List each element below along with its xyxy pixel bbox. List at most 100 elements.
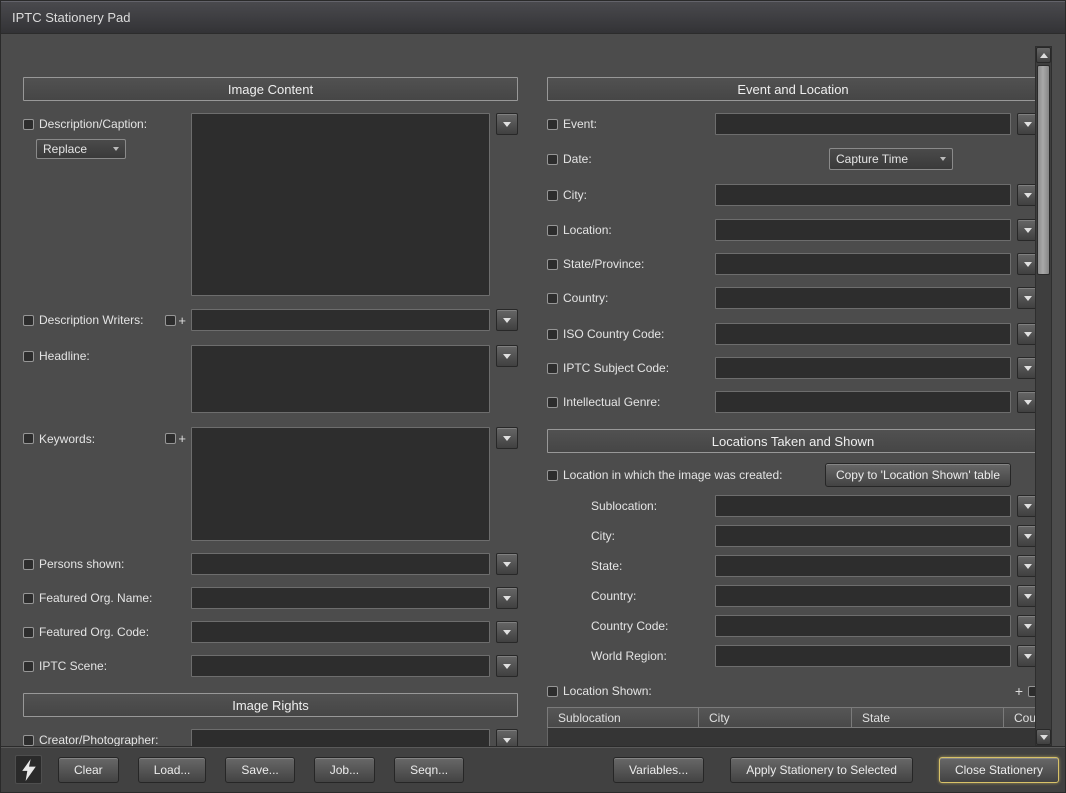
headline-dropdown-button[interactable]	[496, 345, 518, 367]
copy-to-location-shown-button[interactable]: Copy to 'Location Shown' table	[824, 463, 1011, 487]
vertical-scrollbar[interactable]	[1035, 46, 1052, 746]
iptc-subject-code-checkbox[interactable]	[547, 362, 558, 374]
location-created-label: Location in which the image was created:	[563, 468, 783, 482]
created-country-row: Country:	[547, 585, 1039, 607]
variables-button[interactable]: Variables...	[613, 756, 705, 783]
event-checkbox[interactable]	[547, 118, 558, 130]
location-input[interactable]	[715, 219, 1011, 241]
headline-checkbox[interactable]	[23, 350, 34, 362]
iso-country-code-checkbox[interactable]	[547, 328, 558, 340]
city-input[interactable]	[715, 184, 1011, 206]
featured-org-code-dropdown-button[interactable]	[496, 621, 518, 643]
keywords-textarea[interactable]	[191, 427, 490, 541]
description-caption-textarea[interactable]	[191, 113, 490, 296]
sublocation-input[interactable]	[715, 495, 1011, 517]
close-stationery-button[interactable]: Close Stationery	[938, 756, 1059, 783]
location-shown-add-button[interactable]: +	[1015, 683, 1023, 699]
iptc-scene-dropdown-button[interactable]	[496, 655, 518, 677]
persons-shown-checkbox[interactable]	[23, 558, 34, 570]
creator-photographer-input[interactable]	[191, 729, 490, 746]
keywords-plus[interactable]: +	[178, 431, 186, 446]
column-header-country[interactable]: Country	[1004, 708, 1038, 727]
column-header-sublocation[interactable]: Sublocation	[548, 708, 699, 727]
chevron-down-icon	[1024, 331, 1032, 337]
date-source-select[interactable]: Capture Time	[829, 148, 953, 170]
iptc-scene-input[interactable]	[191, 655, 490, 677]
description-mode-select[interactable]: Replace	[36, 139, 126, 159]
location-label: Location:	[563, 223, 612, 237]
keywords-append-checkbox[interactable]	[165, 433, 177, 444]
creator-photographer-dropdown-button[interactable]	[496, 729, 518, 746]
chevron-down-icon	[503, 737, 511, 743]
created-country-code-label: Country Code:	[591, 619, 669, 633]
iptc-subject-code-input[interactable]	[715, 357, 1011, 379]
chevron-down-icon	[1024, 261, 1032, 267]
description-writers-plus[interactable]: +	[178, 313, 186, 328]
apply-stationery-button[interactable]: Apply Stationery to Selected	[730, 756, 913, 783]
save-button[interactable]: Save...	[225, 756, 295, 783]
world-region-input[interactable]	[715, 645, 1011, 667]
image-content-column: Image Content Description/Caption: Repla…	[23, 77, 518, 746]
description-writers-dropdown-button[interactable]	[496, 309, 518, 331]
description-writers-input[interactable]	[191, 309, 490, 331]
location-shown-checkbox[interactable]	[547, 685, 558, 697]
description-writers-append-checkbox[interactable]	[165, 314, 177, 326]
sublocation-row: Sublocation:	[547, 495, 1039, 517]
headline-textarea[interactable]	[191, 345, 490, 413]
image-rights-header: Image Rights	[23, 693, 518, 717]
scroll-up-button[interactable]	[1036, 47, 1051, 63]
country-checkbox[interactable]	[547, 292, 558, 304]
description-caption-checkbox[interactable]	[23, 118, 34, 130]
city-checkbox[interactable]	[547, 189, 558, 201]
created-state-input[interactable]	[715, 555, 1011, 577]
column-header-state[interactable]: State	[852, 708, 1004, 727]
location-created-checkbox[interactable]	[547, 469, 558, 481]
featured-org-name-dropdown-button[interactable]	[496, 587, 518, 609]
location-shown-table-body[interactable]	[547, 728, 1039, 746]
state-province-input[interactable]	[715, 253, 1011, 275]
description-writers-row: Description Writers: +	[23, 309, 518, 331]
column-header-city[interactable]: City	[699, 708, 852, 727]
featured-org-code-checkbox[interactable]	[23, 626, 34, 638]
stationery-pad-button[interactable]	[15, 755, 42, 784]
persons-shown-input[interactable]	[191, 553, 490, 575]
featured-org-code-input[interactable]	[191, 621, 490, 643]
chevron-down-icon	[1024, 121, 1032, 127]
clear-button[interactable]: Clear	[58, 756, 119, 783]
description-caption-label: Description/Caption:	[39, 117, 148, 131]
persons-shown-dropdown-button[interactable]	[496, 553, 518, 575]
created-country-input[interactable]	[715, 585, 1011, 607]
iso-country-code-input[interactable]	[715, 323, 1011, 345]
created-country-code-labelcol: Country Code:	[547, 619, 715, 633]
event-input[interactable]	[715, 113, 1011, 135]
keywords-labelcol: Keywords: +	[23, 431, 191, 446]
location-checkbox[interactable]	[547, 224, 558, 236]
intellectual-genre-label: Intellectual Genre:	[563, 395, 661, 409]
created-city-input[interactable]	[715, 525, 1011, 547]
description-caption-dropdown-button[interactable]	[496, 113, 518, 135]
date-checkbox[interactable]	[547, 153, 558, 165]
iptc-scene-checkbox[interactable]	[23, 660, 34, 672]
persons-shown-label: Persons shown:	[39, 557, 125, 571]
description-writers-checkbox[interactable]	[23, 314, 34, 326]
keywords-dropdown-button[interactable]	[496, 427, 518, 449]
intellectual-genre-checkbox[interactable]	[547, 396, 558, 408]
title-bar[interactable]: IPTC Stationery Pad	[1, 1, 1065, 34]
scrollbar-thumb[interactable]	[1037, 65, 1050, 275]
featured-org-name-input[interactable]	[191, 587, 490, 609]
created-country-code-input[interactable]	[715, 615, 1011, 637]
country-input[interactable]	[715, 287, 1011, 309]
state-province-checkbox[interactable]	[547, 258, 558, 270]
keywords-checkbox[interactable]	[23, 433, 34, 444]
seqn-button[interactable]: Seqn...	[394, 756, 465, 783]
image-content-header-label: Image Content	[227, 81, 314, 97]
job-button[interactable]: Job...	[313, 756, 376, 783]
iptc-subject-code-label: IPTC Subject Code:	[563, 361, 670, 375]
creator-photographer-checkbox[interactable]	[23, 734, 34, 746]
image-content-header: Image Content	[23, 77, 518, 101]
intellectual-genre-input[interactable]	[715, 391, 1011, 413]
load-button[interactable]: Load...	[137, 756, 207, 783]
featured-org-name-checkbox[interactable]	[23, 592, 34, 604]
state-province-labelcol: State/Province:	[547, 257, 715, 271]
scroll-down-button[interactable]	[1036, 729, 1051, 745]
